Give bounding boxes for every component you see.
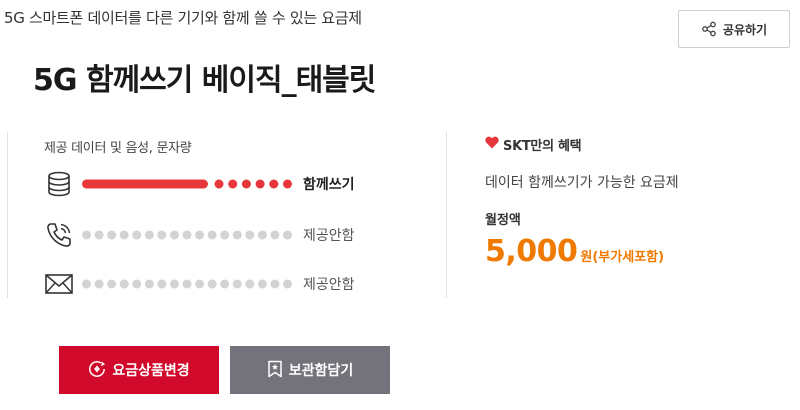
- share-button-label: 공유하기: [722, 22, 768, 37]
- bookmark-icon: [267, 360, 283, 381]
- meter-dot: [144, 279, 154, 289]
- meter-dot: [94, 230, 104, 240]
- meter-dot: [270, 230, 280, 240]
- benefit-description: 데이터 함께쓰기가 가능한 요금제: [485, 175, 679, 191]
- share-icon: [701, 21, 717, 37]
- meter-dot: [257, 230, 267, 240]
- meter-dot: [232, 230, 242, 240]
- page-title: 5G 함께쓰기 베이직_태블릿: [33, 63, 376, 98]
- meter-dot: [169, 279, 179, 289]
- meter-dot: [82, 279, 91, 289]
- share-button[interactable]: 공유하기: [678, 10, 790, 48]
- provision-row-data: 함께쓰기: [44, 169, 355, 199]
- provision-label-data: 함께쓰기: [303, 177, 355, 193]
- meter-dot: [132, 230, 142, 240]
- database-icon: [44, 169, 74, 199]
- sms-usage-meter: [82, 279, 292, 289]
- meter-dot: [94, 279, 104, 289]
- meter-dot: [144, 230, 154, 240]
- meter-dot: [107, 230, 117, 240]
- meter-dot: [283, 279, 292, 289]
- meter-dot: [232, 279, 242, 289]
- meter-dot: [207, 279, 217, 289]
- change-plan-button[interactable]: 요금상품변경: [59, 346, 219, 394]
- provision-label-sms: 제공안함: [303, 277, 355, 293]
- provision-label-voice: 제공안함: [303, 228, 355, 244]
- meter-dot: [228, 179, 238, 189]
- save-to-storage-button-label: 보관함담기: [288, 362, 354, 378]
- meter-dot: [195, 230, 205, 240]
- provision-section-label: 제공 데이터 및 음성, 문자량: [44, 141, 192, 156]
- meter-dot: [214, 179, 224, 189]
- meter-dot: [283, 230, 292, 240]
- voice-usage-meter: [82, 230, 292, 240]
- meter-dot: [195, 279, 205, 289]
- phone-icon: [44, 220, 74, 250]
- meter-dot: [283, 179, 292, 189]
- monthly-fee-value: 5,000: [485, 234, 578, 269]
- meter-dot: [182, 279, 192, 289]
- monthly-fee: 5,000 원(부가세포함): [485, 234, 664, 269]
- meter-dot: [257, 279, 267, 289]
- center-divider: [446, 132, 447, 298]
- monthly-fee-unit: 원(부가세포함): [580, 250, 665, 265]
- meter-dot: [245, 230, 255, 240]
- meter-dot: [270, 279, 280, 289]
- meter-dot: [132, 279, 142, 289]
- meter-dot: [119, 279, 129, 289]
- meter-dot: [119, 230, 129, 240]
- save-to-storage-button[interactable]: 보관함담기: [230, 346, 390, 394]
- refresh-icon: [88, 360, 106, 381]
- meter-dot: [207, 230, 217, 240]
- meter-dot: [157, 230, 167, 240]
- meter-dot: [182, 230, 192, 240]
- monthly-fee-label: 월정액: [485, 213, 521, 228]
- benefit-heading-text: SKT만의 혜택: [503, 139, 582, 154]
- change-plan-button-label: 요금상품변경: [112, 362, 190, 378]
- left-divider: [7, 132, 8, 298]
- plan-subtitle: 5G 스마트폰 데이터를 다른 기기와 함께 쓸 수 있는 요금제: [4, 9, 362, 27]
- heart-icon: [485, 136, 499, 153]
- meter-fill-bar: [82, 179, 208, 189]
- meter-dot: [169, 230, 179, 240]
- meter-dot: [82, 230, 91, 240]
- provision-row-voice: 제공안함: [44, 220, 355, 250]
- meter-dot: [241, 179, 251, 189]
- provision-row-sms: 제공안함: [44, 269, 355, 299]
- data-usage-meter: [82, 179, 292, 189]
- meter-dot: [245, 279, 255, 289]
- meter-dot: [220, 279, 230, 289]
- mail-icon: [44, 269, 74, 299]
- meter-dot: [269, 179, 279, 189]
- meter-dot: [255, 179, 265, 189]
- meter-dot: [157, 279, 167, 289]
- benefit-heading: SKT만의 혜택: [485, 135, 582, 154]
- meter-dot: [220, 230, 230, 240]
- meter-dot: [107, 279, 117, 289]
